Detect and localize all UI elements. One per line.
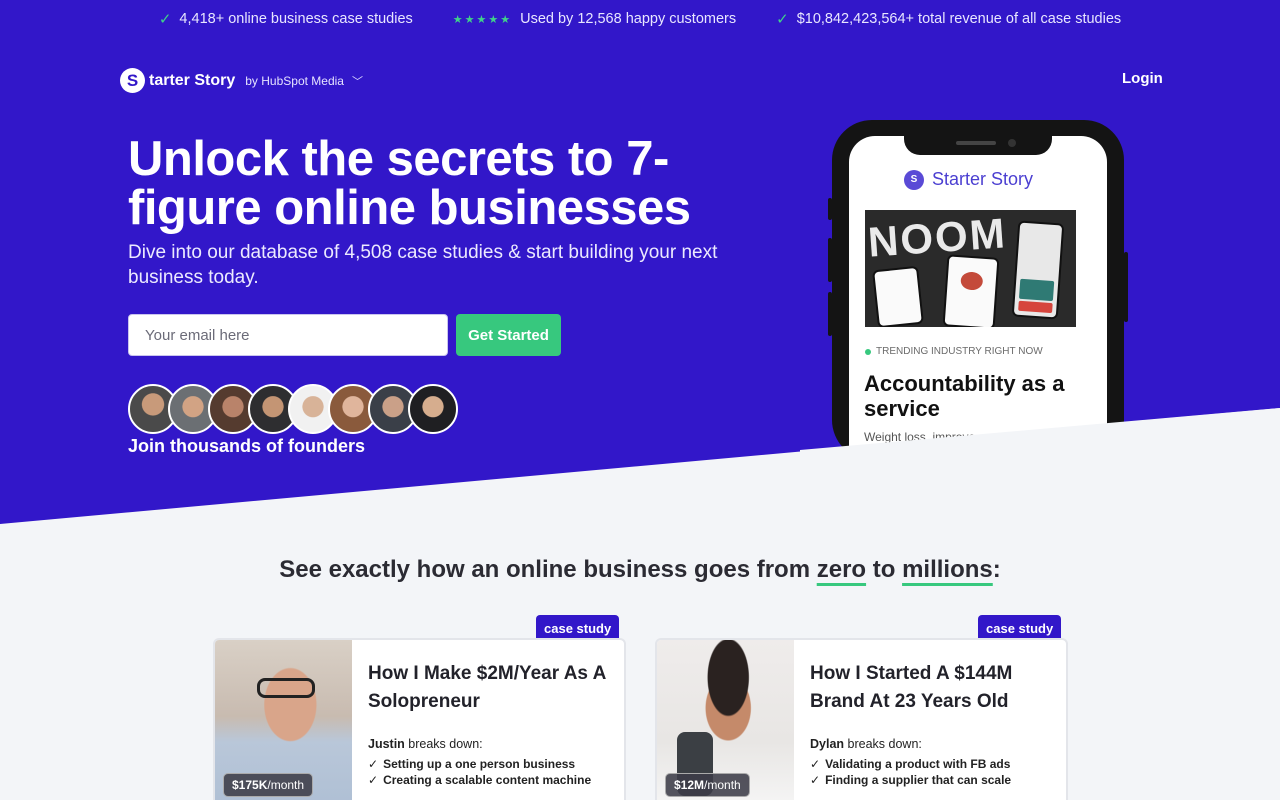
site-logo[interactable]: S tarter Story by HubSpot Media ﹀ <box>120 68 363 93</box>
chevron-down-icon[interactable]: ﹀ <box>352 73 363 89</box>
list-item: ✓ Finding a supplier that can scale <box>810 773 1012 787</box>
brand-name: tarter Story <box>149 71 236 89</box>
live-dot-icon <box>865 348 871 355</box>
list-item: ✓ Creating a scalable content machine <box>368 773 592 787</box>
check-icon: ✓ <box>776 11 789 28</box>
takeaway-list: ✓ Setting up a one person business ✓ Creat… <box>368 756 591 788</box>
check-icon: ✓ <box>158 11 172 28</box>
check-icon: ✓ <box>810 773 821 787</box>
trust-text: Used by 12,568 happy customers <box>520 11 737 27</box>
breaks-down-label: Dylan breaks down: <box>810 737 922 751</box>
get-started-button[interactable]: Get Started <box>456 314 561 356</box>
email-input[interactable] <box>128 314 448 356</box>
trust-bar: ✓ 4,418+ online business case studies ★★… <box>0 0 1280 38</box>
takeaway-list: ✓ Validating a product with FB ads ✓ Findi… <box>810 756 1011 788</box>
hero-subhead: Dive into our database of 4,508 case stu… <box>128 242 718 288</box>
check-icon: ✓ <box>368 773 379 787</box>
list-item: ✓ Setting up a one person business <box>368 757 576 771</box>
phone-case-title: Accountability as a service <box>864 371 1065 421</box>
millions-highlight: millions <box>902 556 993 583</box>
trust-text: 4,418+ online business case studies <box>179 11 413 27</box>
card-title[interactable]: How I Make $2M/Year As A Solopreneur <box>368 660 608 716</box>
logo-mark-icon: S <box>120 68 145 93</box>
by-hubspot-label: by HubSpot Media <box>245 73 344 88</box>
avatar <box>408 384 458 434</box>
phone-brand: Starter Story <box>932 169 1034 189</box>
join-founders-text: Join thousands of founders <box>128 436 365 456</box>
hero-headline: Unlock the secrets to 7-figure online bu… <box>128 132 691 235</box>
phone-notch <box>904 133 1052 155</box>
check-icon: ✓ <box>368 757 379 771</box>
trust-item-revenue: ✓ $10,842,423,564+ total revenue of all … <box>776 10 1121 28</box>
founder-avatars <box>128 384 458 434</box>
case-study-card[interactable]: $12M/month How I Started A $144M Brand A… <box>655 638 1068 800</box>
case-study-image: NOOM <box>865 210 1076 327</box>
logo-mark-icon: S <box>904 169 924 190</box>
revenue-badge: $12M/month <box>665 773 750 797</box>
trust-text: $10,842,423,564+ total revenue of all ca… <box>796 11 1122 27</box>
revenue-badge: $175K/month <box>223 773 314 797</box>
trust-item-customers: ★★★★★ Used by 12,568 happy customers <box>453 11 736 27</box>
trending-label: TRENDING INDUSTRY RIGHT NOW <box>865 346 1043 357</box>
trust-item-case-studies: ✓ 4,418+ online business case studies <box>159 10 413 28</box>
phone-case-desc: Weight loss, improve... <box>864 430 986 444</box>
phone-logo: S Starter Story <box>904 169 1033 190</box>
stars-icon: ★★★★★ <box>452 13 513 26</box>
list-item: ✓ Validating a product with FB ads <box>810 757 1011 771</box>
section-title: See exactly how an online business goes … <box>279 556 1001 583</box>
login-link[interactable]: Login <box>1122 70 1163 87</box>
card-title[interactable]: How I Started A $144M Brand At 23 Years … <box>810 660 1050 716</box>
breaks-down-label: Justin breaks down: <box>368 737 483 751</box>
case-study-card[interactable]: $175K/month How I Make $2M/Year As A Sol… <box>213 638 626 800</box>
check-icon: ✓ <box>810 757 821 771</box>
zero-highlight: zero <box>816 556 867 583</box>
